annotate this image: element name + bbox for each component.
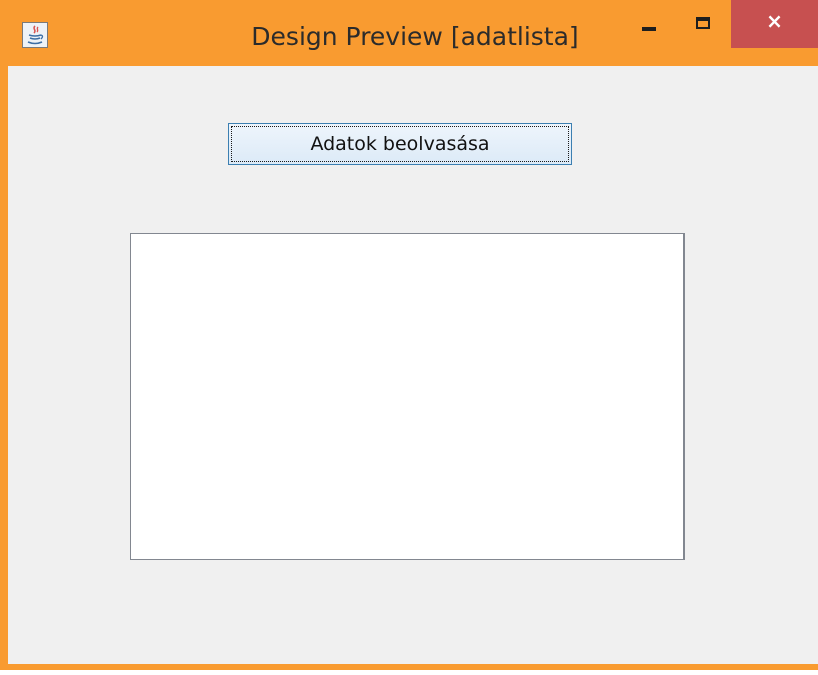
close-icon: × bbox=[766, 9, 783, 33]
read-data-button-label: Adatok beolvasása bbox=[231, 126, 569, 162]
java-icon[interactable] bbox=[22, 22, 48, 48]
minimize-button[interactable] bbox=[625, 0, 675, 48]
window-title: Design Preview [adatlista] bbox=[251, 22, 579, 51]
title-bar[interactable]: Design Preview [adatlista] × bbox=[0, 0, 818, 66]
data-list[interactable] bbox=[130, 233, 685, 560]
maximize-icon bbox=[696, 17, 710, 29]
read-data-button[interactable]: Adatok beolvasása bbox=[228, 123, 572, 165]
minimize-icon bbox=[642, 27, 656, 31]
maximize-button[interactable] bbox=[675, 0, 730, 48]
application-window: Design Preview [adatlista] × Adatok beol… bbox=[0, 0, 818, 670]
content-panel: Adatok beolvasása bbox=[8, 66, 818, 664]
close-button[interactable]: × bbox=[731, 0, 818, 48]
java-cup-graphic bbox=[27, 25, 44, 45]
